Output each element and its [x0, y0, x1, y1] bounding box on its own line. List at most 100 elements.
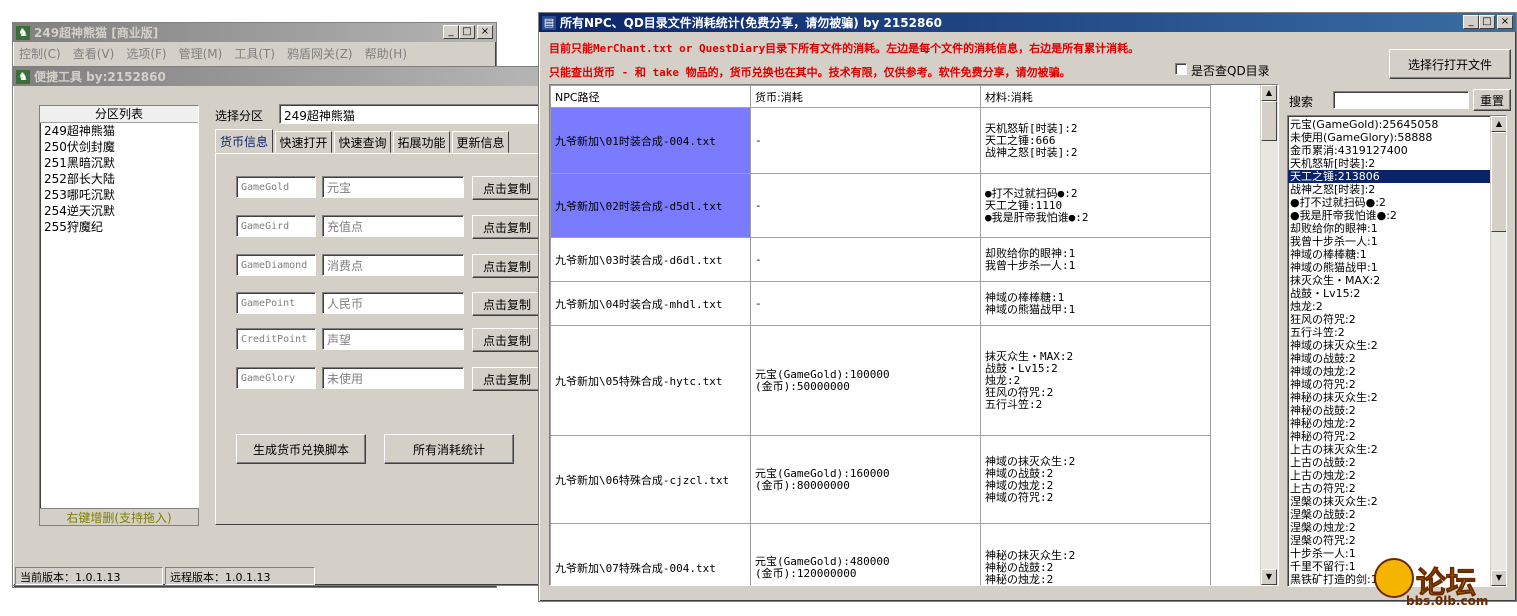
- cell-materials[interactable]: 却败给你的眼神:1 我曾十步杀一人:1: [980, 237, 1211, 282]
- currency-code-field[interactable]: GameGird: [236, 215, 316, 237]
- col-header-path[interactable]: NPC路径: [550, 85, 751, 108]
- scroll-down-button[interactable]: ▼: [1261, 569, 1277, 585]
- currency-name-field[interactable]: 元宝: [322, 176, 464, 198]
- tab-update-info[interactable]: 更新信息: [452, 131, 509, 153]
- summary-item[interactable]: 涅槃の烛龙:2: [1288, 521, 1506, 534]
- currency-name-field[interactable]: 人民币: [322, 292, 464, 314]
- summary-item[interactable]: 涅槃の抹灭众生:2: [1288, 495, 1506, 508]
- cell-path[interactable]: 九爷新加\01时装合成-004.txt: [550, 107, 751, 174]
- partition-list-item[interactable]: 249超神熊猫: [40, 123, 198, 139]
- summary-item[interactable]: 神域の熊猫战甲:1: [1288, 261, 1506, 274]
- partition-select[interactable]: 249超神熊猫: [279, 104, 543, 124]
- partition-list-item[interactable]: 251黑暗沉默: [40, 155, 198, 171]
- currency-code-field[interactable]: GamePoint: [236, 292, 316, 314]
- summary-scrollbar[interactable]: ▲ ▼: [1490, 116, 1506, 586]
- currency-name-field[interactable]: 未使用: [322, 367, 464, 389]
- summary-item[interactable]: 神域の棒棒糖:1: [1288, 248, 1506, 261]
- summary-item[interactable]: 我曾十步杀一人:1: [1288, 235, 1506, 248]
- partition-list-item[interactable]: 254逆天沉默: [40, 203, 198, 219]
- menu-item[interactable]: 选项(F): [126, 45, 166, 62]
- partition-list-item[interactable]: 253哪吒沉默: [40, 187, 198, 203]
- partition-list-item[interactable]: 252部长大陆: [40, 171, 198, 187]
- tab-quick-open[interactable]: 快速打开: [275, 131, 332, 153]
- cell-currency[interactable]: -: [750, 281, 981, 326]
- table-row[interactable]: 九爷新加\06特殊合成-cjzcl.txt 元宝(GameGold):160000…: [550, 435, 1211, 524]
- summary-item[interactable]: 神秘の抹灭众生:2: [1288, 391, 1506, 404]
- copy-button[interactable]: 点击复制: [472, 292, 542, 316]
- generate-script-button[interactable]: 生成货币兑换脚本: [236, 434, 366, 464]
- tab-extensions[interactable]: 拓展功能: [393, 131, 450, 153]
- currency-name-field[interactable]: 消费点: [322, 254, 464, 276]
- summary-item[interactable]: 天工之锤:213806: [1288, 170, 1506, 183]
- cell-currency[interactable]: 元宝(GameGold):480000 (金币):120000000: [750, 523, 981, 585]
- summary-item[interactable]: 金币累消:4319127400: [1288, 144, 1506, 157]
- summary-item[interactable]: 上古の抹灭众生:2: [1288, 443, 1506, 456]
- summary-item[interactable]: 神秘の符咒:2: [1288, 430, 1506, 443]
- cell-currency[interactable]: -: [750, 237, 981, 282]
- summary-item[interactable]: 上古の符咒:2: [1288, 482, 1506, 495]
- copy-button[interactable]: 点击复制: [472, 367, 542, 391]
- summary-item[interactable]: 战鼓・Lv15:2: [1288, 287, 1506, 300]
- scroll-thumb[interactable]: [1261, 101, 1277, 141]
- cell-materials[interactable]: 神域の棒棒糖:1 神域の熊猫战甲:1: [980, 281, 1211, 326]
- currency-code-field[interactable]: GameGlory: [236, 367, 316, 389]
- table-row[interactable]: 九爷新加\01时装合成-004.txt - 天机怒斩[时装]:2 天工之锤:666 战神…: [550, 107, 1211, 174]
- summary-item[interactable]: 战神之怒[时装]:2: [1288, 183, 1506, 196]
- summary-item[interactable]: 神秘の战鼓:2: [1288, 404, 1506, 417]
- table-row[interactable]: 九爷新加\03时装合成-d6dl.txt - 却败给你的眼神:1 我曾十步杀一人:1: [550, 237, 1211, 282]
- close-button[interactable]: ×: [1497, 15, 1513, 29]
- summary-item[interactable]: 未使用(GameGlory):58888: [1288, 131, 1506, 144]
- stats-window-titlebar[interactable]: ▤ 所有NPC、QD目录文件消耗统计(免费分享，请勿被骗) by 2152860…: [539, 13, 1516, 32]
- menu-item[interactable]: 帮助(H): [365, 45, 407, 62]
- summary-scroll-up[interactable]: ▲: [1491, 116, 1506, 132]
- cell-currency[interactable]: 元宝(GameGold):160000 (金币):80000000: [750, 435, 981, 524]
- copy-button[interactable]: 点击复制: [472, 215, 542, 239]
- qd-checkbox[interactable]: [1175, 63, 1187, 75]
- summary-list[interactable]: 元宝(GameGold):25645058 未使用(GameGlory):5888…: [1287, 115, 1507, 587]
- maximize-button[interactable]: □: [459, 25, 475, 39]
- cell-currency[interactable]: 元宝(GameGold):100000 (金币):50000000: [750, 325, 981, 436]
- all-stats-button[interactable]: 所有消耗统计: [384, 434, 514, 464]
- table-row[interactable]: 九爷新加\05特殊合成-hytc.txt 元宝(GameGold):100000(…: [550, 325, 1211, 436]
- currency-code-field[interactable]: CreditPoint: [236, 328, 316, 350]
- col-header-currency[interactable]: 货币:消耗: [750, 85, 981, 108]
- menu-item[interactable]: 管理(M): [179, 45, 223, 62]
- tab-quick-query[interactable]: 快速查询: [334, 131, 391, 153]
- tool-window-titlebar[interactable]: ♞ 便捷工具 by:2152860: [13, 67, 541, 86]
- currency-code-field[interactable]: GameGold: [236, 176, 316, 198]
- summary-item[interactable]: 神域の烛龙:2: [1288, 365, 1506, 378]
- table-scrollbar[interactable]: ▲ ▼: [1260, 85, 1278, 585]
- col-header-materials[interactable]: 材料:消耗: [980, 85, 1211, 108]
- summary-item[interactable]: 狂风の符咒:2: [1288, 313, 1506, 326]
- cell-currency[interactable]: -: [750, 107, 981, 174]
- currency-code-field[interactable]: GameDiamond: [236, 254, 316, 276]
- cell-currency[interactable]: -: [750, 173, 981, 238]
- cell-materials[interactable]: ●打不过就扫码●:2 天工之锤:1110 ●我是肝帝我怕谁●:2: [980, 173, 1211, 238]
- cell-path[interactable]: 九爷新加\02时装合成-d5dl.txt: [550, 173, 751, 238]
- summary-item[interactable]: 却败给你的眼神:1: [1288, 222, 1506, 235]
- cell-materials[interactable]: 神秘の抹灭众生:2 神秘の战鼓:2 神秘の烛龙:2: [980, 523, 1211, 585]
- cell-path[interactable]: 九爷新加\07特殊合成-004.txt: [550, 523, 751, 585]
- menu-item[interactable]: 鸦盾网关(Z): [287, 45, 353, 62]
- cell-path[interactable]: 九爷新加\04时装合成-mhdl.txt: [550, 281, 751, 326]
- table-row[interactable]: 九爷新加\04时装合成-mhdl.txt - 神域の棒棒糖:1 神域の熊猫战甲:1: [550, 281, 1211, 326]
- summary-item[interactable]: 烛龙:2: [1288, 300, 1506, 313]
- summary-item[interactable]: 上古の战鼓:2: [1288, 456, 1506, 469]
- reset-button[interactable]: 重置: [1473, 89, 1511, 111]
- close-button[interactable]: ×: [477, 25, 493, 39]
- summary-item[interactable]: 涅槃の符咒:2: [1288, 534, 1506, 547]
- copy-button[interactable]: 点击复制: [472, 176, 542, 200]
- minimize-button[interactable]: _: [443, 25, 459, 39]
- summary-item[interactable]: 神域の抹灭众生:2: [1288, 339, 1506, 352]
- summary-item[interactable]: 涅槃の战鼓:2: [1288, 508, 1506, 521]
- minimize-button[interactable]: _: [1463, 15, 1479, 29]
- cell-materials[interactable]: 神域の抹灭众生:2 神域の战鼓:2 神域の烛龙:2 神域の符咒:2: [980, 435, 1211, 524]
- cell-materials[interactable]: 抹灭众生・MAX:2 战鼓・Lv15:2 烛龙:2 狂风の符咒:2 五行斗笠:2: [980, 325, 1211, 436]
- partition-list[interactable]: 分区列表 249超神熊猫 250伏剑封魔 251黑暗沉默 252部长大陆 253哪吒沉默…: [39, 105, 199, 525]
- search-input[interactable]: [1333, 91, 1469, 109]
- summary-scroll-thumb[interactable]: [1491, 132, 1506, 232]
- summary-item[interactable]: ●我是肝帝我怕谁●:2: [1288, 209, 1506, 222]
- partition-list-item[interactable]: 255狩魔纪: [40, 219, 198, 235]
- cell-path[interactable]: 九爷新加\03时装合成-d6dl.txt: [550, 237, 751, 282]
- maximize-button[interactable]: □: [1479, 15, 1495, 29]
